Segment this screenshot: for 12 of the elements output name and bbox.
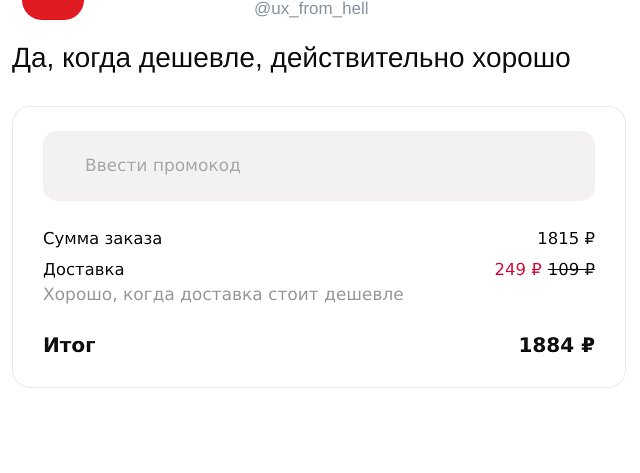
old-price: 109 ₽: [548, 260, 595, 279]
row-label: Итог: [43, 333, 96, 357]
row-value: 1884 ₽: [518, 333, 595, 357]
row-value: 1815 ₽: [537, 229, 595, 248]
new-price: 249 ₽: [494, 260, 542, 279]
post-text: Да, когда дешевле, действительно хорошо: [12, 41, 572, 75]
avatar[interactable]: [22, 0, 84, 20]
row-label: Доставка: [43, 260, 125, 279]
promo-code-field[interactable]: Ввести промокод: [43, 131, 595, 201]
user-handle: @ux_from_hell: [254, 0, 369, 18]
row-label: Сумма заказа: [43, 229, 162, 248]
delivery-note: Хорошо, когда доставка стоит дешевле: [43, 285, 405, 305]
